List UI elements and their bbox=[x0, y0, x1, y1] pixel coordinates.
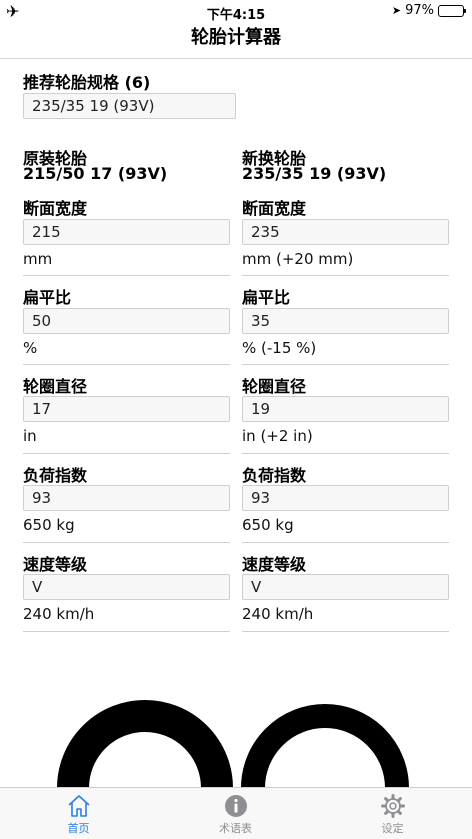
battery-percent: 97% bbox=[405, 3, 434, 18]
row-divider bbox=[23, 275, 230, 276]
status-bar: ✈ 下午4:15 ➤ 97% bbox=[0, 0, 472, 24]
tab-bar: 首页 术语表 设定 bbox=[0, 787, 472, 839]
tab-glossary-label: 术语表 bbox=[219, 822, 252, 835]
status-right: ➤ 97% bbox=[391, 3, 466, 18]
recommended-label: 推荐轮胎规格 (6) bbox=[23, 73, 151, 92]
orig-rim-input[interactable]: 17 bbox=[23, 396, 230, 422]
orig-aspect-input[interactable]: 50 bbox=[23, 308, 230, 334]
row-divider bbox=[242, 631, 449, 632]
new-load-input[interactable]: 93 bbox=[242, 485, 449, 511]
row-divider bbox=[23, 631, 230, 632]
orig-width-unit: mm bbox=[23, 250, 53, 268]
new-width-unit: mm (+20 mm) bbox=[242, 250, 354, 268]
orig-width-input[interactable]: 215 bbox=[23, 219, 230, 245]
home-icon bbox=[67, 795, 90, 817]
orig-rim-label: 轮圈直径 bbox=[23, 377, 88, 396]
new-aspect-unit: % (-15 %) bbox=[242, 339, 317, 357]
orig-load-unit: 650 kg bbox=[23, 516, 75, 534]
orig-rim-unit: in bbox=[23, 427, 37, 445]
nav-divider bbox=[0, 58, 472, 59]
tab-home[interactable]: 首页 bbox=[0, 788, 157, 839]
new-speed-label: 速度等级 bbox=[242, 555, 307, 574]
orig-speed-label: 速度等级 bbox=[23, 555, 88, 574]
new-aspect-label: 扁平比 bbox=[242, 288, 291, 307]
orig-width-label: 断面宽度 bbox=[23, 199, 88, 218]
tab-settings-label: 设定 bbox=[381, 822, 404, 835]
row-divider bbox=[242, 364, 449, 365]
new-load-label: 负荷指数 bbox=[242, 466, 307, 485]
tire-svg bbox=[57, 700, 409, 788]
orig-aspect-unit: % bbox=[23, 339, 38, 357]
orig-load-input[interactable]: 93 bbox=[23, 485, 230, 511]
tab-settings[interactable]: 设定 bbox=[314, 788, 471, 839]
page-title: 轮胎计算器 bbox=[191, 27, 281, 48]
row-divider bbox=[242, 275, 449, 276]
row-divider bbox=[242, 542, 449, 543]
new-aspect-input[interactable]: 35 bbox=[242, 308, 449, 334]
new-rim-label: 轮圈直径 bbox=[242, 377, 307, 396]
orig-speed-input[interactable]: V bbox=[23, 574, 230, 600]
new-tire-size: 235/35 19 (93V) bbox=[242, 164, 387, 183]
row-divider bbox=[23, 453, 230, 454]
tab-home-label: 首页 bbox=[67, 822, 90, 835]
row-divider bbox=[242, 453, 449, 454]
row-divider bbox=[23, 542, 230, 543]
new-speed-input[interactable]: V bbox=[242, 574, 449, 600]
info-icon bbox=[224, 795, 247, 817]
new-load-unit: 650 kg bbox=[242, 516, 294, 534]
orig-load-label: 负荷指数 bbox=[23, 466, 88, 485]
tab-glossary[interactable]: 术语表 bbox=[157, 788, 314, 839]
row-divider bbox=[23, 364, 230, 365]
recommended-size-field[interactable]: 235/35 19 (93V) bbox=[23, 93, 236, 119]
location-arrow-icon: ➤ bbox=[391, 4, 402, 17]
original-tire-ring bbox=[57, 700, 233, 788]
battery-icon bbox=[438, 4, 466, 17]
new-tire-ring bbox=[241, 704, 409, 788]
orig-aspect-label: 扁平比 bbox=[23, 288, 72, 307]
original-tire-size: 215/50 17 (93V) bbox=[23, 164, 168, 183]
tire-comparison-graphic bbox=[0, 638, 472, 788]
new-rim-unit: in (+2 in) bbox=[242, 427, 313, 445]
new-speed-unit: 240 km/h bbox=[242, 605, 314, 623]
new-width-input[interactable]: 235 bbox=[242, 219, 449, 245]
orig-speed-unit: 240 km/h bbox=[23, 605, 95, 623]
new-width-label: 断面宽度 bbox=[242, 199, 307, 218]
new-rim-input[interactable]: 19 bbox=[242, 396, 449, 422]
gear-icon bbox=[380, 794, 405, 818]
